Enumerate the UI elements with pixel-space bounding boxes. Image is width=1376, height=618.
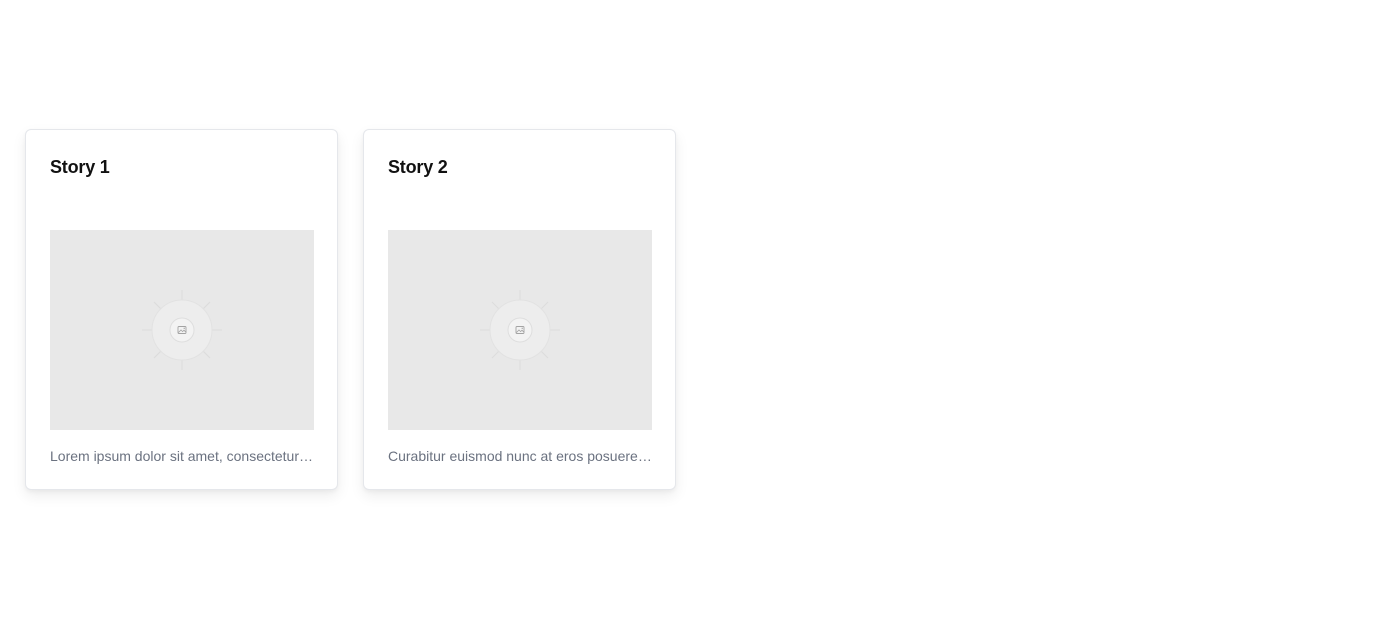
story-title: Story 2 xyxy=(388,157,448,177)
story-card[interactable]: Story 1 Lorem ipsum dolor sit amet, cons… xyxy=(25,129,338,490)
story-card[interactable]: Story 2 Curabitur euismod nunc at eros p… xyxy=(363,129,676,490)
story-image-placeholder xyxy=(50,230,314,430)
image-placeholder-icon xyxy=(480,290,560,370)
story-description: Lorem ipsum dolor sit amet, consectetur … xyxy=(50,448,314,464)
story-title: Story 1 xyxy=(50,157,110,177)
image-placeholder-icon xyxy=(142,290,222,370)
story-image-placeholder xyxy=(388,230,652,430)
story-card-list: Story 1 Lorem ipsum dolor sit amet, cons… xyxy=(25,129,676,490)
story-description: Curabitur euismod nunc at eros posuere, … xyxy=(388,448,652,464)
